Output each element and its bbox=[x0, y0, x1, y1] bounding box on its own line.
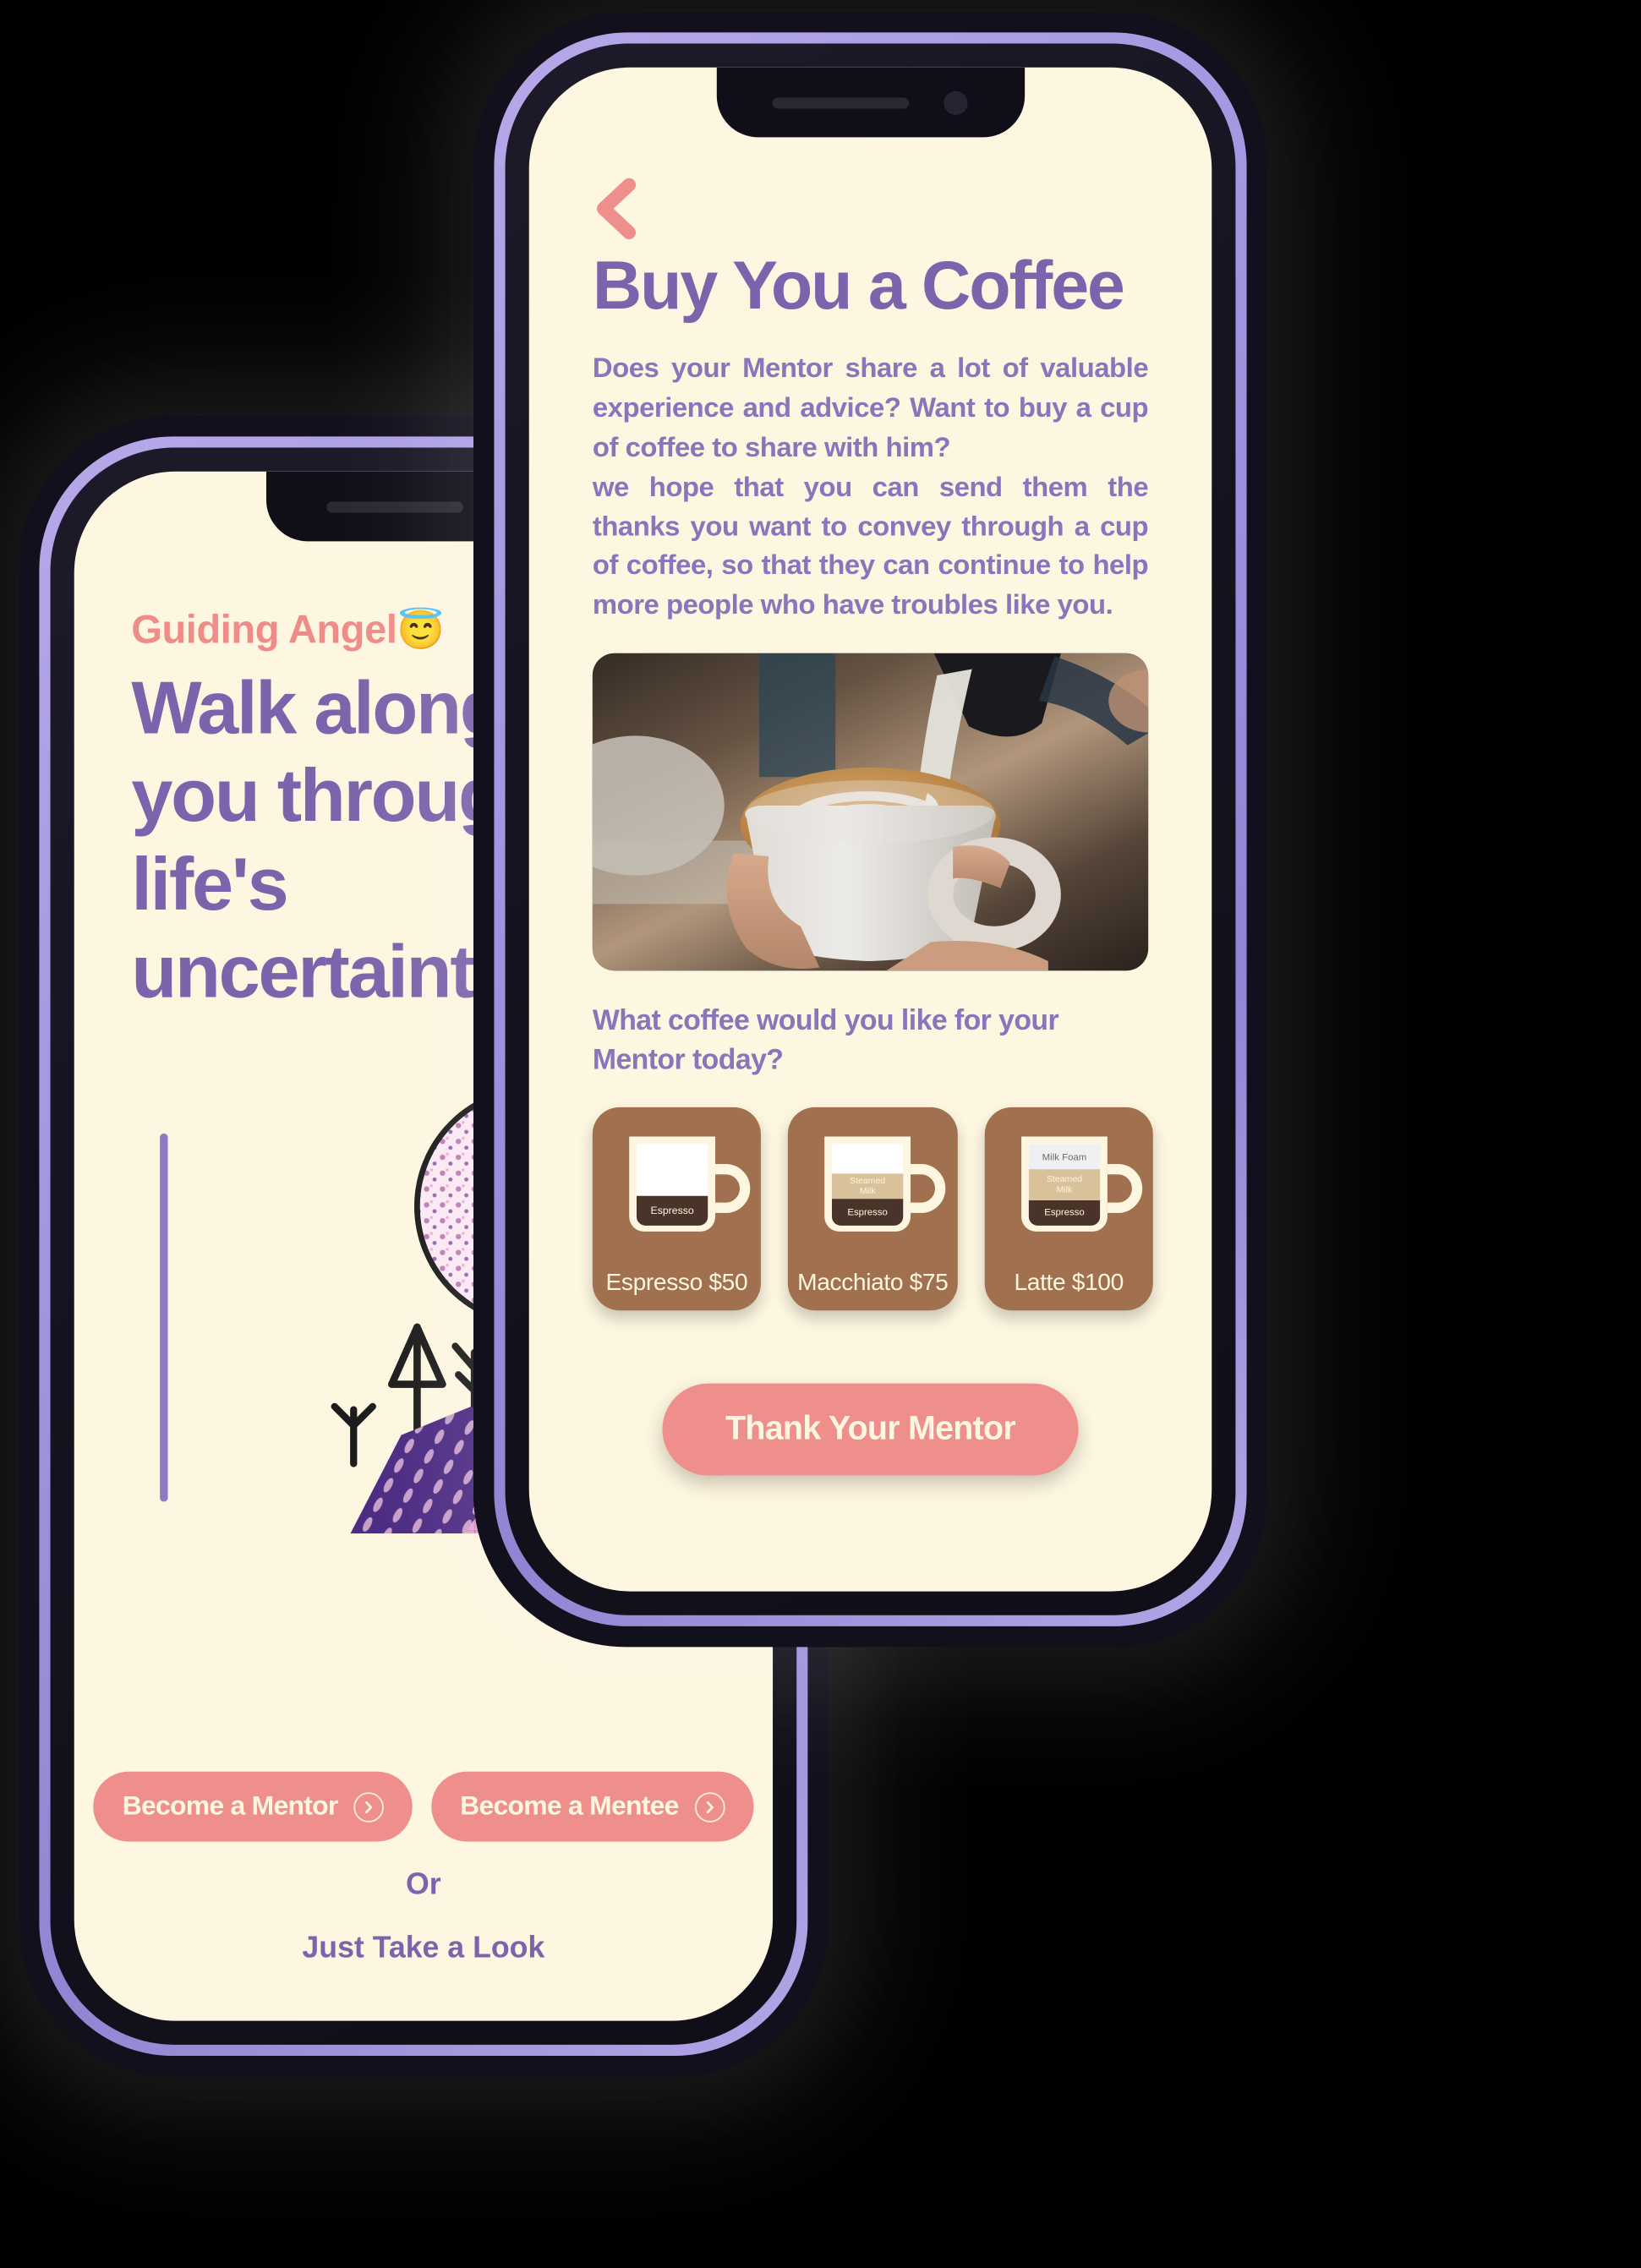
thank-your-mentor-button[interactable]: Thank Your Mentor bbox=[661, 1384, 1080, 1477]
coffee-paragraph-2: we hope that you can send them the thank… bbox=[592, 470, 1149, 620]
angel-face-icon: 😇 bbox=[397, 609, 445, 653]
coffee-paragraph-1: Does your Mentor share a lot of valuable… bbox=[592, 352, 1149, 463]
back-button[interactable] bbox=[586, 175, 646, 242]
become-a-mentor-label: Become a Mentor bbox=[122, 1790, 339, 1822]
just-take-a-look-link[interactable]: Just Take a Look bbox=[156, 1932, 690, 1966]
phone-notch bbox=[716, 67, 1025, 138]
layer-label-espresso: Espresso bbox=[651, 1204, 694, 1216]
espresso-cup-icon: Espresso bbox=[629, 1135, 751, 1232]
layer-label-milk-foam: Milk Foam bbox=[1042, 1152, 1087, 1162]
earpiece-speaker-icon bbox=[325, 500, 462, 512]
chevron-right-circle-icon bbox=[694, 1791, 725, 1822]
coffee-question-label: What coffee would you like for your Ment… bbox=[592, 1003, 1059, 1076]
phone-frame: Buy You a Coffee Does your Mentor share … bbox=[505, 43, 1236, 1615]
phone-mockup-coffee: Buy You a Coffee Does your Mentor share … bbox=[473, 12, 1267, 1648]
latte-art-photo bbox=[592, 653, 1149, 971]
layer-label-espresso: Espresso bbox=[1044, 1207, 1085, 1217]
landing-actions: Become a Mentor Become a Mentee Or Just … bbox=[93, 1771, 753, 2008]
coffee-screen: Buy You a Coffee Does your Mentor share … bbox=[528, 67, 1212, 1592]
layer-label-steamed-milk-2: Milk bbox=[1057, 1184, 1073, 1194]
layer-label-steamed-milk: Steamed bbox=[851, 1175, 886, 1185]
cta-button-row: Become a Mentor Become a Mentee bbox=[93, 1771, 753, 1842]
layer-label-steamed-milk-2: Milk bbox=[861, 1186, 877, 1196]
vertical-rule-divider bbox=[160, 1133, 168, 1502]
or-separator-label: Or bbox=[406, 1868, 441, 1902]
become-a-mentee-label: Become a Mentee bbox=[460, 1790, 679, 1822]
layer-label-espresso: Espresso bbox=[848, 1207, 889, 1217]
coffee-description: Does your Mentor share a lot of valuable… bbox=[592, 348, 1149, 625]
become-a-mentee-button[interactable]: Become a Mentee bbox=[431, 1771, 753, 1842]
coffee-option-label: Macchiato $75 bbox=[797, 1268, 949, 1296]
coffee-option-latte[interactable]: Milk Foam Steamed Milk Espresso Latte $1… bbox=[984, 1107, 1153, 1310]
chevron-right-circle-icon bbox=[353, 1791, 385, 1822]
brand-name: Guiding Angel bbox=[131, 608, 397, 653]
coffee-option-label: Espresso $50 bbox=[605, 1268, 748, 1296]
chevron-left-icon bbox=[597, 178, 637, 240]
phone-bezel: Buy You a Coffee Does your Mentor share … bbox=[494, 32, 1247, 1626]
latte-cup-icon: Milk Foam Steamed Milk Espresso bbox=[1021, 1135, 1143, 1232]
macchiato-cup-icon: Steamed Milk Espresso bbox=[825, 1135, 947, 1232]
layer-label-steamed-milk: Steamed bbox=[1047, 1174, 1082, 1184]
coffee-option-label: Latte $100 bbox=[1014, 1268, 1124, 1296]
coffee-options-list: Espresso Espresso $50 Steamed Milk Espre… bbox=[592, 1107, 1153, 1310]
coffee-option-macchiato[interactable]: Steamed Milk Espresso Macchiato $75 bbox=[787, 1107, 958, 1310]
front-camera-icon bbox=[944, 90, 968, 115]
screenshot-stage: Guiding Angel😇 Walk alongside you throug… bbox=[0, 0, 1641, 2268]
coffee-content: Buy You a Coffee Does your Mentor share … bbox=[529, 68, 1212, 1592]
page-title: Buy You a Coffee bbox=[592, 248, 1125, 325]
earpiece-speaker-icon bbox=[773, 96, 910, 108]
coffee-option-espresso[interactable]: Espresso Espresso $50 bbox=[592, 1107, 761, 1310]
cta-area: Thank Your Mentor bbox=[593, 1310, 1148, 1592]
become-a-mentor-button[interactable]: Become a Mentor bbox=[93, 1771, 413, 1842]
